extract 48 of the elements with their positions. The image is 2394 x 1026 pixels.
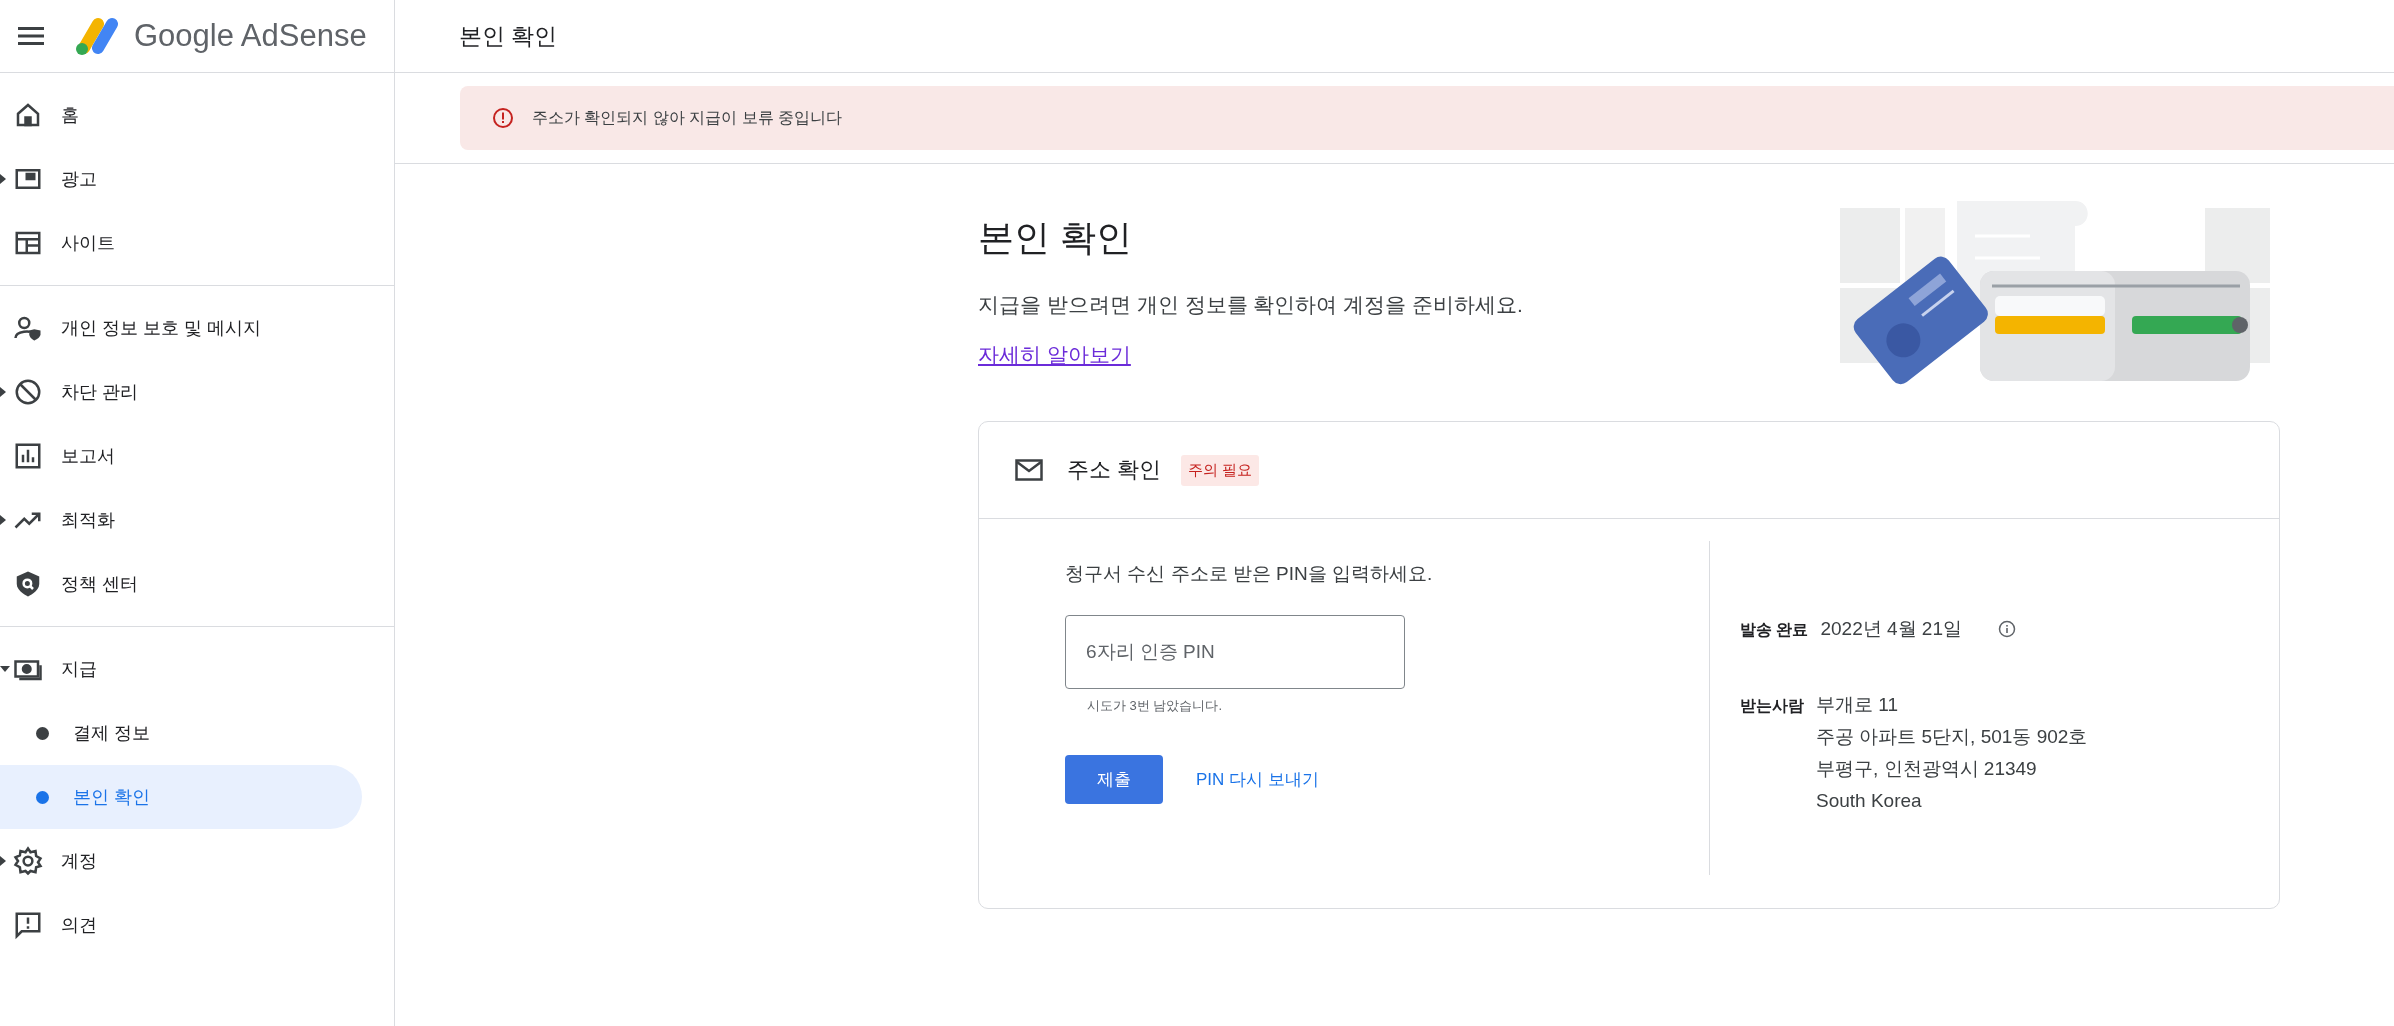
feedback-icon xyxy=(13,910,43,940)
attention-badge: 주의 필요 xyxy=(1181,454,1260,486)
sidebar-item[interactable]: 지급 xyxy=(0,637,362,701)
sidebar-item[interactable]: 본인 확인 xyxy=(0,765,362,829)
sidebar-item[interactable]: 정책 센터 xyxy=(0,552,362,616)
sidebar-item[interactable]: 보고서 xyxy=(0,424,362,488)
card-title: 주소 확인 xyxy=(1067,456,1162,484)
pin-input-field[interactable]: 6자리 인증 PIN xyxy=(1065,615,1405,689)
address-line: 부개로 11 xyxy=(1816,693,1899,717)
report-icon xyxy=(13,441,43,471)
address-line: South Korea xyxy=(1816,789,1923,813)
sidebar-item[interactable]: 홈 xyxy=(0,83,362,147)
description: 지급을 받으려면 개인 정보를 확인하여 계정을 준비하세요. xyxy=(978,292,1523,318)
section-title: 본인 확인 xyxy=(978,216,1133,260)
submit-button[interactable]: 제출 xyxy=(1065,755,1163,804)
sent-label: 발송 완료 xyxy=(1740,620,1809,640)
sent-date: 2022년 4월 21일 xyxy=(1820,617,1962,641)
sidebar-item[interactable]: 차단 관리 xyxy=(0,360,362,424)
caret-icon[interactable] xyxy=(0,174,6,184)
block-icon xyxy=(13,377,43,407)
bullet-icon xyxy=(36,790,49,804)
info-icon[interactable] xyxy=(1998,620,2016,638)
caret-icon[interactable] xyxy=(0,666,10,672)
sidebar-item[interactable]: 광고 xyxy=(0,147,362,211)
resend-pin-link[interactable]: PIN 다시 보내기 xyxy=(1196,768,1319,791)
mail-icon xyxy=(1015,459,1043,481)
address-line: 부평구, 인천광역시 21349 xyxy=(1816,757,2038,781)
attempts-hint: 시도가 3번 남았습니다. xyxy=(1087,697,1223,715)
sidebar-item[interactable]: 사이트 xyxy=(0,211,362,275)
sidebar-item[interactable]: 개인 정보 보호 및 메시지 xyxy=(0,296,362,360)
instruction-text: 청구서 수신 주소로 받은 PIN을 입력하세요. xyxy=(1065,562,1433,586)
brand-name: Google AdSense xyxy=(134,18,367,54)
sidebar-item[interactable]: 의견 xyxy=(0,893,362,957)
caret-icon[interactable] xyxy=(0,387,6,397)
learn-more-link[interactable]: 자세히 알아보기 xyxy=(978,343,1131,366)
alert-text: 주소가 확인되지 않아 지급이 보류 중입니다 xyxy=(532,107,843,128)
caret-icon[interactable] xyxy=(0,856,6,866)
menu-icon[interactable] xyxy=(18,26,44,46)
caret-icon[interactable] xyxy=(0,515,6,525)
bullet-icon xyxy=(36,726,49,740)
sidebar-item[interactable]: 계정 xyxy=(0,829,362,893)
warning-icon xyxy=(492,107,514,129)
sidebar-item[interactable]: 결제 정보 xyxy=(0,701,362,765)
address-line: 주공 아파트 5단지, 501동 902호 xyxy=(1816,725,2088,749)
sidebar-item[interactable]: 최적화 xyxy=(0,488,362,552)
recipient-label: 받는사람 xyxy=(1740,696,1804,716)
page-title: 본인 확인 xyxy=(459,21,558,51)
gear-icon xyxy=(13,846,43,876)
